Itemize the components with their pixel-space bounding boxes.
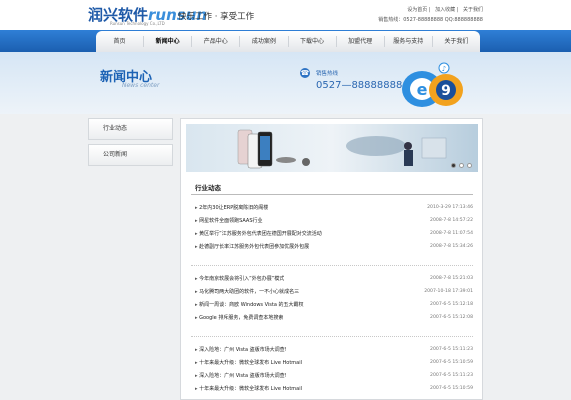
logo-subtitle: Runsun Technology Co.,LTD	[110, 21, 165, 26]
news-item[interactable]: 马化腾司两大助团的软件，一不小心就成名三 2007-10-18 17:39:01	[195, 285, 473, 298]
page-banner: 新闻中心 News center ☎ 销售热线 0527—88888888 e …	[0, 52, 571, 114]
news-item[interactable]: 今年南京软展会将引入”外包办展”模式 2008-7-8 15:21:03	[195, 272, 473, 285]
main-nav-bar: 首页 新闻中心 产品中心 成功案例 下载中心 加盟代理 服务与支持 关于我们	[0, 30, 571, 52]
news-title[interactable]: 赴德副厅长率江苏服务外包代表团参加优展外包展	[195, 243, 309, 250]
section-title: 行业动态	[195, 184, 221, 192]
news-item[interactable]: 网星软件全面领跑SAAS行业 2008-7-8 14:57:22	[195, 214, 473, 227]
chat-mascot-icon: e 9 ♪	[402, 62, 463, 107]
slider-dot[interactable]	[467, 163, 472, 168]
news-title[interactable]: 2年内30让ERP脱离陈旧的阁楼	[195, 204, 268, 211]
news-item[interactable]: 深入险地：广州 Vista 盗版市场大调查! 2007-6-5 15:11:23	[195, 343, 473, 356]
phone-icon: ☎	[300, 68, 310, 78]
news-item[interactable]: 黄区举行”江苏服务外包代表团在德国开展配对交流活动 2008-7-8 11:07…	[195, 227, 473, 240]
news-title[interactable]: 马化腾司两大助团的软件，一不小心就成名三	[195, 288, 299, 295]
news-item[interactable]: 2年内30让ERP脱离陈旧的阁楼 2010-3-29 17:13:46	[195, 201, 473, 214]
news-date: 2008-7-8 11:07:54	[430, 231, 473, 236]
news-item[interactable]: 新闻一周谈：商欧 Windows Vista 的五大霸权 2007-6-5 15…	[195, 298, 473, 311]
set-homepage-link[interactable]: 设为首页	[407, 7, 427, 13]
news-title[interactable]: 十年来最大升级：微软全球发布 Live Hotmail	[195, 359, 302, 366]
top-hotline: 销售热线：0527-88888888 QQ:888888888	[378, 17, 483, 23]
news-item[interactable]: Google 排斥服务，免费调查本地搜索 2007-6-5 15:12:08	[195, 311, 473, 324]
news-date: 2008-7-8 15:21:03	[430, 276, 473, 281]
group-divider	[191, 265, 473, 266]
news-title[interactable]: 十年来最大升级：微软全球发布 Live Hotmail	[195, 385, 302, 392]
news-date: 2010-3-29 17:13:46	[427, 205, 473, 210]
main-content: 行业动态 2年内30让ERP脱离陈旧的阁楼 2010-3-29 17:13:46…	[180, 118, 483, 400]
hotline-label: 销售热线	[316, 71, 339, 77]
news-item[interactable]: 赴德副厅长率江苏服务外包代表团参加优展外包展 2008-7-8 15:34:26	[195, 240, 473, 253]
banner-subtitle: News center	[122, 82, 160, 89]
news-item[interactable]: 十年来最大升级：微软全球发布 Live Hotmail 2007-6-5 15:…	[195, 382, 473, 395]
news-date: 2008-7-8 14:57:22	[430, 218, 473, 223]
news-group: 今年南京软展会将引入”外包办展”模式 2008-7-8 15:21:03 马化腾…	[195, 272, 473, 324]
sidebar: 行业动态 公司新闻	[88, 118, 173, 170]
news-title[interactable]: 网星软件全面领跑SAAS行业	[195, 217, 262, 224]
news-date: 2007-6-5 15:10:59	[430, 386, 473, 391]
news-date: 2007-6-5 15:10:59	[430, 360, 473, 365]
nav-cases[interactable]: 成功案例	[240, 31, 287, 52]
news-date: 2007-6-5 15:12:08	[430, 315, 473, 320]
nav-products[interactable]: 产品中心	[192, 31, 239, 52]
site-logo[interactable]: 润兴软件runsun Runsun Technology Co.,LTD	[88, 4, 207, 28]
news-title[interactable]: 黄区举行”江苏服务外包代表团在德国开展配对交流活动	[195, 230, 322, 237]
slider-dot[interactable]	[451, 163, 456, 168]
site-header: 润兴软件runsun Runsun Technology Co.,LTD 快乐工…	[0, 0, 571, 30]
news-item[interactable]: 十年来最大升级：微软全球发布 Live Hotmail 2007-6-5 15:…	[195, 356, 473, 369]
nav-about[interactable]: 关于我们	[433, 31, 480, 52]
nav-downloads[interactable]: 下载中心	[289, 31, 336, 52]
main-nav: 首页 新闻中心 产品中心 成功案例 下载中心 加盟代理 服务与支持 关于我们	[96, 31, 480, 52]
news-group: 2年内30让ERP脱离陈旧的阁楼 2010-3-29 17:13:46 网星软件…	[195, 201, 473, 253]
slider-dot[interactable]	[459, 163, 464, 168]
slider-image	[186, 124, 478, 172]
news-title[interactable]: 深入险地：广州 Vista 盗版市场大调查!	[195, 372, 287, 379]
svg-text:♪: ♪	[442, 65, 446, 73]
svg-text:e: e	[417, 80, 428, 99]
news-date: 2008-7-8 15:34:26	[430, 244, 473, 249]
about-us-top-link[interactable]: 关于我们	[463, 7, 483, 13]
news-date: 2007-6-5 15:12:18	[430, 302, 473, 307]
news-item[interactable]: 深入险地：广州 Vista 盗版市场大调查! 2007-6-5 15:11:23	[195, 369, 473, 382]
news-date: 2007-10-18 17:39:01	[424, 289, 473, 294]
site-slogan: 快乐工作 · 享受工作	[178, 12, 255, 22]
hotline-number: 0527—88888888	[316, 80, 403, 91]
sidebar-item-industry-news[interactable]: 行业动态	[88, 118, 173, 140]
nav-home[interactable]: 首页	[96, 31, 143, 52]
slider-dots	[448, 163, 472, 168]
add-favorite-link[interactable]: 加入收藏	[435, 7, 455, 13]
news-title[interactable]: Google 排斥服务，免费调查本地搜索	[195, 314, 283, 321]
banner-slider[interactable]	[186, 124, 478, 172]
news-date: 2007-6-5 15:11:23	[430, 347, 473, 352]
group-divider	[191, 336, 473, 337]
news-title[interactable]: 新闻一周谈：商欧 Windows Vista 的五大霸权	[195, 301, 303, 308]
section-divider	[191, 194, 473, 195]
news-date: 2007-6-5 15:11:23	[430, 373, 473, 378]
news-title[interactable]: 今年南京软展会将引入”外包办展”模式	[195, 275, 284, 282]
news-group: 深入险地：广州 Vista 盗版市场大调查! 2007-6-5 15:11:23…	[195, 343, 473, 395]
nav-agents[interactable]: 加盟代理	[337, 31, 384, 52]
top-links: 设为首页 | 加入收藏 | 关于我们	[407, 7, 483, 13]
svg-text:9: 9	[441, 83, 451, 99]
sidebar-item-company-news[interactable]: 公司新闻	[88, 144, 173, 166]
nav-support[interactable]: 服务与支持	[385, 31, 432, 52]
nav-news-center[interactable]: 新闻中心	[144, 31, 191, 52]
news-title[interactable]: 深入险地：广州 Vista 盗版市场大调查!	[195, 346, 287, 353]
